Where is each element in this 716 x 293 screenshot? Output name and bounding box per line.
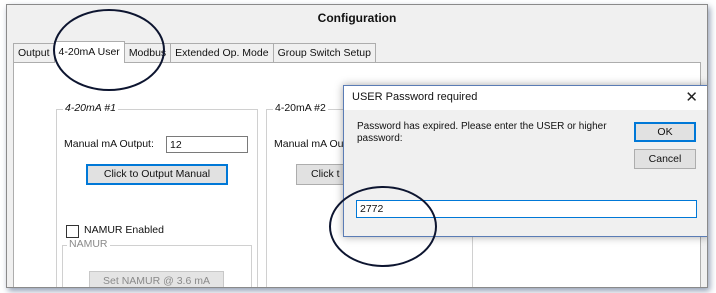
tab-4-20ma-user[interactable]: 4-20mA User [53,41,125,63]
password-input[interactable]: 2772 [356,200,697,218]
cancel-button[interactable]: Cancel [634,149,696,169]
window-title: Configuration [317,11,397,25]
namur-enabled-checkbox[interactable] [66,225,79,238]
group-4-20ma-1-title: 4-20mA #1 [63,102,118,114]
click-to-output-manual-button-1[interactable]: Click to Output Manual [86,164,228,185]
configuration-window: Configuration Output 4-20mA User Modbus … [6,4,708,288]
tab-strip: Output 4-20mA User Modbus Extended Op. M… [13,41,376,63]
set-namur-button[interactable]: Set NAMUR @ 3.6 mA [89,271,224,287]
close-icon[interactable]: ✕ [685,88,698,106]
namur-group-title: NAMUR [67,238,110,250]
tab-group-switch-setup[interactable]: Group Switch Setup [272,43,376,63]
tab-extended-op-mode[interactable]: Extended Op. Mode [170,43,274,63]
dialog-title: USER Password required [352,91,478,103]
manual-ma-output-label-2: Manual mA Ou [274,138,344,150]
manual-ma-output-label-1: Manual mA Output: [64,138,154,150]
ok-button[interactable]: OK [634,122,696,142]
dialog-titlebar: USER Password required ✕ [344,86,707,110]
namur-enabled-label: NAMUR Enabled [84,224,164,236]
tab-output[interactable]: Output [13,43,55,63]
user-password-dialog: USER Password required ✕ Password has ex… [343,85,707,237]
dialog-message: Password has expired. Please enter the U… [357,121,607,144]
manual-ma-output-input-1[interactable]: 12 [166,136,248,153]
group-4-20ma-2-title: 4-20mA #2 [273,102,328,114]
tab-modbus[interactable]: Modbus [123,43,172,63]
